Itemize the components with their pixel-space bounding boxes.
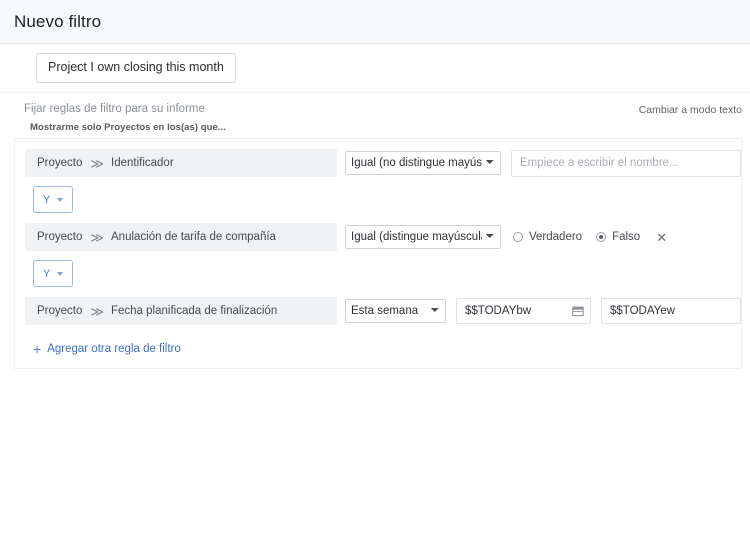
rule-connector-button[interactable]: Y [33,260,74,287]
rule-operator-select[interactable]: Esta semana [345,299,446,323]
rule-boolean-radio-group: Verdadero Falso ✕ [513,231,667,244]
date-from-input[interactable] [456,298,591,324]
radio-option-true[interactable]: Verdadero [513,231,582,243]
rule-field-scope: Proyecto [37,305,83,317]
radio-circle-filled-icon [596,232,607,242]
rule-connector-row: Y [15,186,741,213]
date-to-wrapper [601,298,741,324]
rule-field-name: Identificador [111,157,174,169]
chevron-down-icon [57,271,64,276]
rule-field-name: Fecha planificada de finalización [111,305,278,317]
page-title: Nuevo filtro [14,11,102,31]
chevron-down-icon [57,197,64,202]
rule-connector-label: Y [43,193,51,206]
radio-circle-icon [513,232,523,242]
rule-operator-select[interactable]: Igual (no distingue mayúscula [345,151,501,175]
rule-field-selector[interactable]: Proyecto ≫ Identificador [25,149,337,177]
filter-rule-row: Proyecto ≫ Fecha planificada de finaliza… [15,296,741,326]
filter-rules-card: Proyecto ≫ Identificador Igual (no disti… [14,138,742,369]
add-filter-rule-button[interactable]: + Agregar otra regla de filtro [15,326,181,362]
plus-icon: + [33,341,42,357]
filter-helper-text: Mostrarme solo Proyectos en los(as) que.… [30,122,226,133]
rule-field-scope: Proyecto [37,231,83,243]
radio-option-false-label: Falso [612,231,641,243]
rule-connector-label: Y [43,267,51,280]
calendar-icon[interactable] [572,305,584,317]
radio-option-true-label: Verdadero [529,231,583,243]
filter-rules-caption: Fijar reglas de filtro para su informe [24,103,205,115]
remove-rule-icon[interactable]: ✕ [656,231,667,244]
page-header: Nuevo filtro [0,0,750,44]
rule-connector-row: Y [15,260,741,287]
filter-rule-row: Proyecto ≫ Identificador Igual (no disti… [15,148,741,178]
date-from-wrapper [456,298,591,324]
rule-field-selector[interactable]: Proyecto ≫ Fecha planificada de finaliza… [25,297,337,325]
rule-field-selector[interactable]: Proyecto ≫ Anulación de tarifa de compañ… [25,223,337,251]
rule-operator-select[interactable]: Igual (distingue mayúsculas y [345,225,501,249]
radio-option-false[interactable]: Falso [596,231,640,243]
chevron-double-right-icon: ≫ [90,229,104,245]
rule-field-name: Anulación de tarifa de compañía [111,231,276,243]
filter-rule-row: Proyecto ≫ Anulación de tarifa de compañ… [15,222,741,252]
chevron-double-right-icon: ≫ [90,303,104,319]
add-filter-rule-label: Agregar otra regla de filtro [47,343,181,355]
saved-filter-tabstrip: Project I own closing this month [0,44,750,93]
date-to-input[interactable] [601,298,741,324]
filter-subheader: Fijar reglas de filtro para su informe C… [0,93,750,117]
rule-connector-button[interactable]: Y [33,186,74,213]
rule-field-scope: Proyecto [37,157,83,169]
saved-filter-tab[interactable]: Project I own closing this month [36,52,236,84]
chevron-double-right-icon: ≫ [90,155,104,171]
switch-to-text-mode-link[interactable]: Cambiar a modo texto [639,102,742,117]
rule-value-input[interactable] [511,149,741,177]
